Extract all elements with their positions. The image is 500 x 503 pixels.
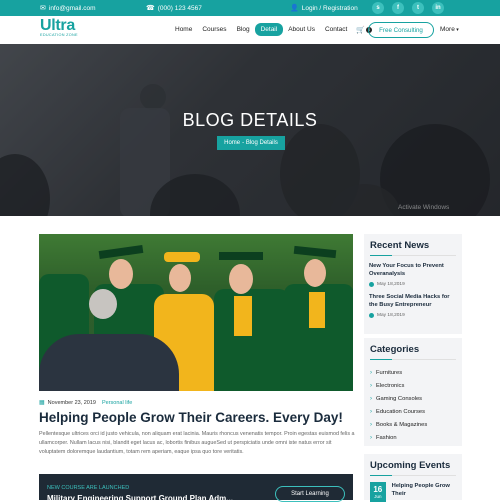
category-label: Electronics (376, 382, 405, 389)
news-date-text: May 18,2019 (377, 282, 405, 287)
post-title: Helping People Grow Their Careers. Every… (39, 410, 343, 425)
email-contact[interactable]: ✉ info@gmail.com (40, 4, 96, 13)
chevron-right-icon: › (370, 421, 372, 428)
post-meta: ▦ November 23, 2019 Personal life (39, 399, 132, 407)
event-month: Jun (374, 493, 382, 499)
phone-icon: ☎ (146, 5, 155, 12)
nav-item-about[interactable]: About Us (283, 23, 320, 36)
clock-icon (369, 282, 374, 287)
category-item[interactable]: › Gaming Consoles (364, 392, 462, 405)
news-date: May 18,2019 (369, 313, 457, 318)
main-navbar: Ultra EDUCATION ZONE Home Courses Blog D… (0, 16, 500, 44)
upcoming-events-widget: Upcoming Events 16 Jun Helping People Gr… (364, 454, 462, 502)
divider (370, 475, 456, 476)
activate-windows-watermark: Activate Windows (398, 204, 450, 211)
chevron-right-icon: › (370, 434, 372, 441)
category-item[interactable]: › Education Courses (364, 405, 462, 418)
cta-label: NEW COURSE ARE LAUNCHED (47, 485, 130, 491)
nav-item-contact[interactable]: Contact (320, 23, 352, 36)
chevron-right-icon: › (370, 382, 372, 389)
course-launch-banner: NEW COURSE ARE LAUNCHED Military Enginee… (39, 474, 353, 503)
divider (370, 255, 456, 256)
breadcrumb-current: - Blog Details (242, 140, 278, 146)
category-label: Education Courses (376, 408, 425, 415)
login-text: Login / Registration (301, 4, 358, 12)
category-label: Books & Magazines (376, 421, 428, 428)
post-featured-image (39, 234, 353, 391)
divider (370, 359, 456, 360)
recent-news-title: Recent News (370, 240, 430, 251)
breadcrumb-home[interactable]: Home (224, 140, 240, 146)
top-bar: ✉ info@gmail.com ☎ (000) 123 4567 👤 Logi… (0, 0, 500, 16)
logo-text: Ultra (40, 17, 75, 34)
post-body: Pellentesque ultrices orci id justo vehi… (39, 431, 355, 455)
category-label: Fashion (376, 434, 397, 441)
cart-icon: 🛒 (356, 26, 366, 34)
category-label: Furnitures (376, 369, 403, 376)
post-category[interactable]: Personal life (102, 400, 132, 406)
site-logo[interactable]: Ultra EDUCATION ZONE (40, 17, 78, 37)
mail-icon: ✉ (40, 5, 46, 12)
category-item[interactable]: › Books & Magazines (364, 418, 462, 431)
cta-title: Military Engineering Support Ground Plan… (47, 494, 233, 503)
clock-icon (369, 313, 374, 318)
categories-widget: Categories › Furnitures › Electronics › Gam… (364, 338, 462, 446)
event-day: 16 (373, 484, 383, 494)
more-label: More (440, 26, 455, 33)
news-title[interactable]: New Your Focus to Prevent Overanalysis (369, 262, 457, 278)
phone-contact[interactable]: ☎ (000) 123 4567 (146, 4, 202, 13)
events-title: Upcoming Events (370, 460, 451, 471)
news-date-text: May 18,2019 (377, 313, 405, 318)
breadcrumb: Home - Blog Details (217, 136, 285, 150)
category-item[interactable]: › Fashion (364, 431, 462, 444)
nav-menu: Home Courses Blog Detail About Us Contac… (170, 23, 373, 36)
post-date-text: November 23, 2019 (47, 399, 96, 406)
event-item[interactable]: 16 Jun Helping People Grow Their (364, 482, 462, 502)
phone-text: (000) 123 4567 (157, 4, 202, 12)
news-date: May 18,2019 (369, 282, 457, 287)
hero-banner: BLOG DETAILS Home - Blog Details Activat… (0, 44, 500, 216)
chevron-right-icon: › (370, 369, 372, 376)
chevron-right-icon: › (370, 395, 372, 402)
facebook-icon[interactable]: f (392, 2, 404, 14)
linkedin-icon[interactable]: in (432, 2, 444, 14)
nav-item-detail[interactable]: Detail (254, 23, 284, 36)
categories-title: Categories (370, 344, 420, 355)
user-icon: 👤 (290, 5, 299, 12)
free-consulting-button[interactable]: Free Consulting (368, 22, 434, 38)
category-label: Gaming Consoles (376, 395, 423, 402)
login-link[interactable]: 👤 Login / Registration (290, 4, 358, 13)
nav-item-home[interactable]: Home (170, 23, 197, 36)
page-title: BLOG DETAILS (182, 110, 318, 130)
category-item[interactable]: › Furnitures (364, 366, 462, 379)
post-date: ▦ November 23, 2019 (39, 399, 96, 407)
email-text: info@gmail.com (48, 4, 96, 12)
skype-icon[interactable]: s (372, 2, 384, 14)
news-title[interactable]: Three Social Media Hacks for the Busy En… (369, 293, 457, 309)
nav-item-courses[interactable]: Courses (197, 23, 231, 36)
social-links: s f t in (372, 2, 444, 14)
news-item[interactable]: Three Social Media Hacks for the Busy En… (364, 293, 462, 324)
event-title[interactable]: Helping People Grow Their (392, 482, 456, 502)
category-item[interactable]: › Electronics (364, 379, 462, 392)
event-date: 16 Jun (370, 482, 386, 502)
twitter-icon[interactable]: t (412, 2, 424, 14)
calendar-icon: ▦ (39, 400, 45, 406)
chevron-right-icon: › (370, 408, 372, 415)
chevron-down-icon: ▾ (454, 27, 459, 33)
recent-news-widget: Recent News New Your Focus to Prevent Ov… (364, 234, 462, 334)
nav-item-blog[interactable]: Blog (232, 23, 255, 36)
logo-tagline: EDUCATION ZONE (40, 33, 78, 37)
more-dropdown[interactable]: More ▾ (440, 26, 459, 33)
news-item[interactable]: New Your Focus to Prevent Overanalysis M… (364, 262, 462, 293)
